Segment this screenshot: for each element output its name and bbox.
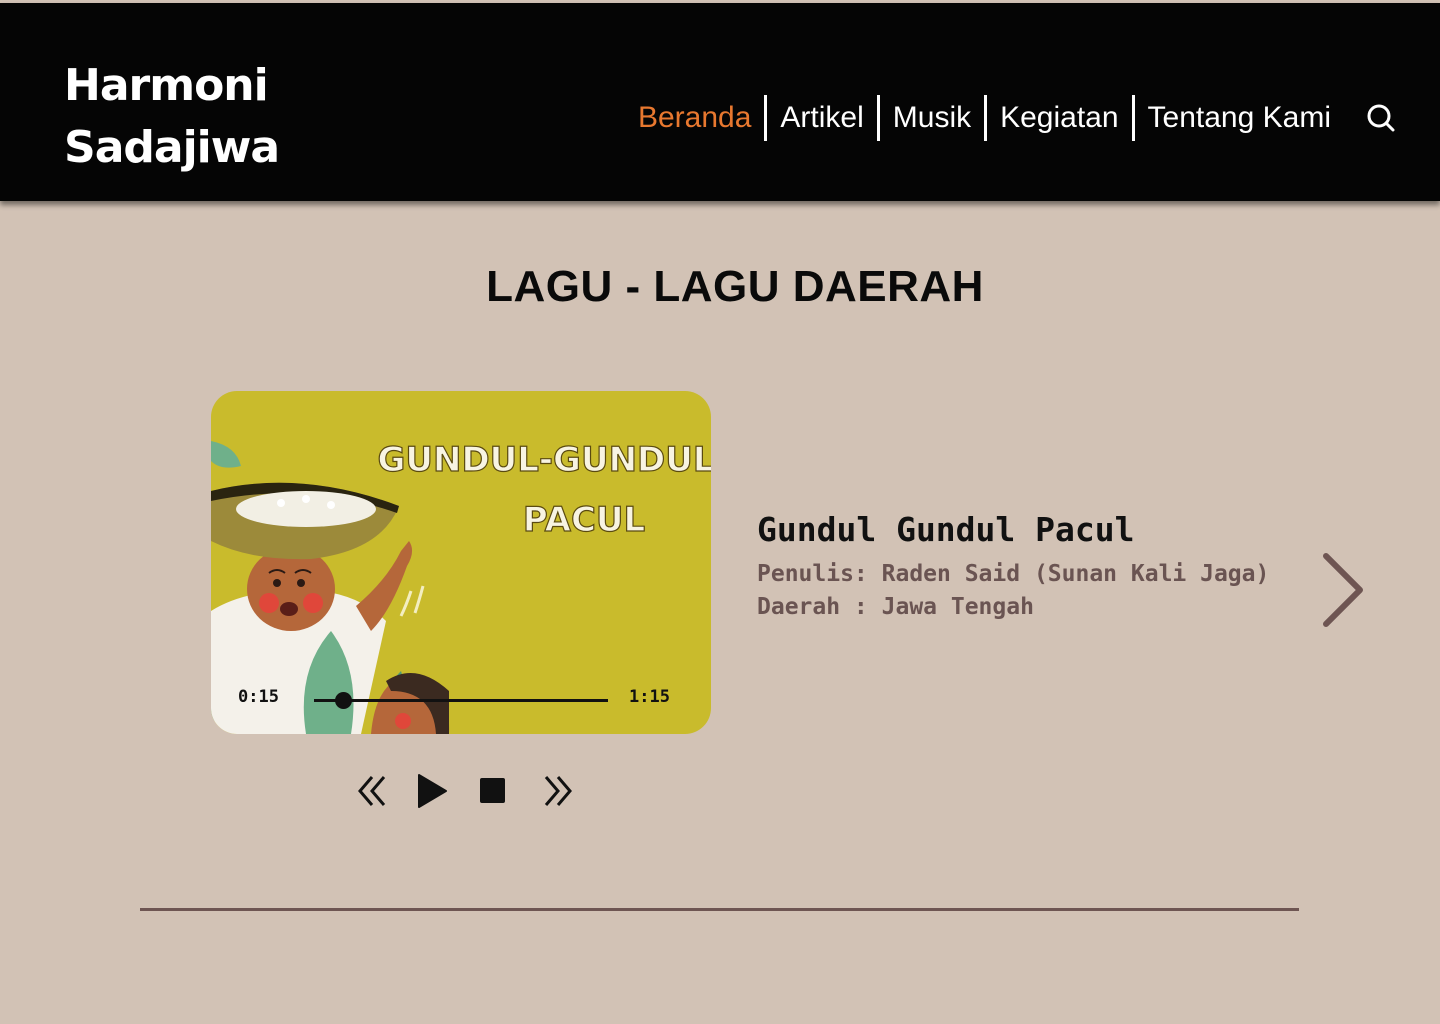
album-cover: GUNDUL-GUNDUL PACUL [211, 391, 711, 734]
song-region: Daerah : Jawa Tengah [757, 594, 1034, 620]
main-nav: Beranda Artikel Musik Kegiatan Tentang K… [625, 95, 1344, 141]
nav-item-tentang-kami[interactable]: Tentang Kami [1135, 95, 1344, 141]
song-title: Gundul Gundul Pacul [757, 510, 1135, 549]
current-time: 0:15 [238, 687, 279, 707]
page: Harmoni Sadajiwa Beranda Artikel Musik K… [0, 0, 1440, 1024]
section-title: LAGU - LAGU DAERAH [486, 262, 984, 311]
duration: 1:15 [629, 687, 670, 707]
fast-forward-icon[interactable] [538, 770, 578, 812]
site-logo[interactable]: Harmoni Sadajiwa [64, 55, 280, 179]
chevron-right-icon[interactable] [1318, 550, 1370, 630]
logo-line-2: Sadajiwa [64, 122, 280, 173]
site-header: Harmoni Sadajiwa Beranda Artikel Musik K… [0, 3, 1440, 201]
cover-title-line-1: GUNDUL-GUNDUL [377, 440, 711, 480]
nav-item-kegiatan[interactable]: Kegiatan [987, 95, 1131, 141]
rewind-icon[interactable] [352, 770, 392, 812]
song-writer: Penulis: Raden Said (Sunan Kali Jaga) [757, 561, 1270, 587]
cover-title-line-2: PACUL [523, 500, 645, 540]
progress-bar[interactable] [314, 692, 608, 709]
search-icon[interactable] [1366, 103, 1396, 133]
nav-item-musik[interactable]: Musik [880, 95, 984, 141]
play-icon[interactable] [414, 770, 454, 812]
nav-item-artikel[interactable]: Artikel [767, 95, 876, 141]
logo-line-1: Harmoni [64, 60, 269, 111]
section-divider [140, 908, 1299, 911]
stop-icon[interactable] [474, 770, 514, 812]
nav-item-beranda[interactable]: Beranda [625, 95, 764, 141]
